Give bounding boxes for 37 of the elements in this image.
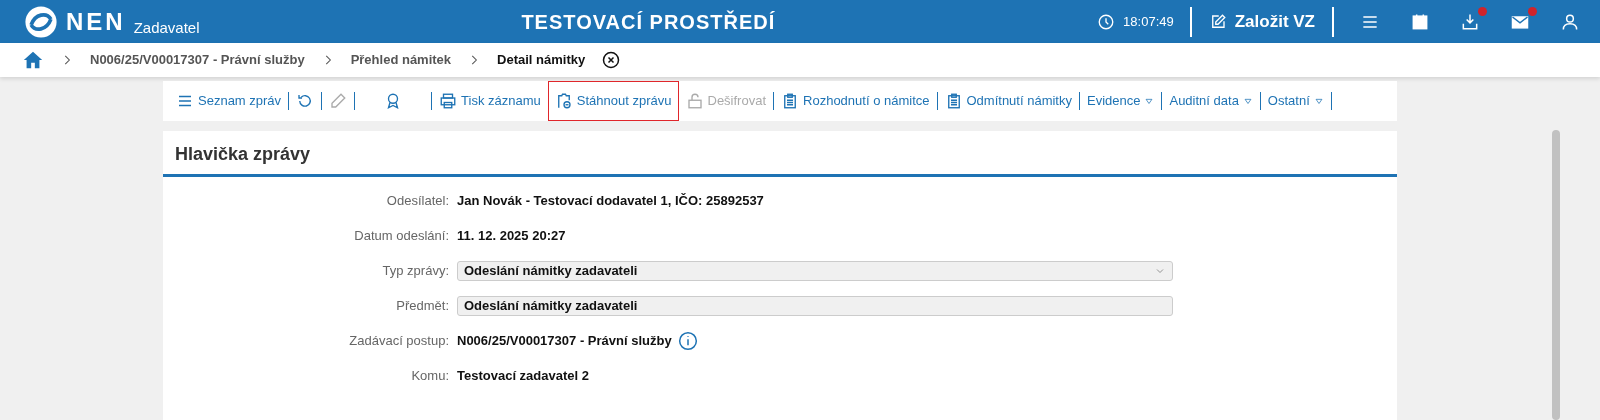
clock-time: 18:07:49 [1123, 12, 1174, 31]
toolbar-button[interactable]: Tisk záznamu [432, 84, 548, 118]
create-button[interactable]: Založit VZ [1207, 7, 1316, 36]
logo-text[interactable]: NEN [66, 3, 126, 40]
close-icon[interactable] [601, 50, 622, 70]
select-field[interactable]: Odeslání námitky zadavateli [457, 260, 1173, 281]
role-label: Zadavatel [133, 18, 200, 38]
field-value: Jan Novák - Testovací dodavatel 1, IČO: 25892537 [457, 191, 764, 210]
field-label: Komu: [410, 366, 450, 385]
field-value: 11. 12. 2025 20:27 [457, 226, 566, 245]
toolbar-button[interactable]: Stáhnout zprávu [547, 81, 679, 121]
printer-icon [439, 92, 458, 110]
field-label: Typ zprávy: [381, 261, 450, 280]
toolbar-button[interactable]: Odmítnutí námitky [937, 84, 1079, 118]
field-label: Odesílatel: [385, 191, 450, 210]
toolbar-button[interactable]: Ostatní [1260, 84, 1331, 118]
toolbar-button[interactable]: Seznam zpráv [169, 84, 289, 118]
toolbar-button[interactable]: Evidence [1080, 84, 1162, 118]
field-value: Testovací zadavatel 2 [457, 366, 589, 385]
breadcrumb-item[interactable]: Přehled námitek [350, 50, 452, 70]
field-label: Datum odeslání: [353, 226, 450, 245]
logo-icon [24, 4, 58, 39]
breadcrumb-item[interactable]: Detail námitky [497, 50, 586, 70]
field-label: Předmět: [395, 296, 450, 315]
scrollbar[interactable] [1552, 130, 1560, 420]
environment-title: TESTOVACÍ PROSTŘEDÍ [521, 10, 776, 33]
clock-icon [1097, 12, 1116, 31]
input-field[interactable]: Odeslání námitky zadavateli [457, 295, 1173, 316]
toolbar-button[interactable]: Rozhodnutí o námitce [774, 84, 937, 118]
toolbar-button[interactable]: Auditní data [1162, 84, 1260, 118]
panel-title: Hlavička zprávy [163, 131, 1397, 177]
field-label: Zadávací postup: [348, 331, 450, 350]
info-icon[interactable] [677, 330, 698, 351]
lock-icon [685, 92, 704, 110]
home-icon[interactable] [22, 49, 44, 71]
field-value: N006/25/V00017307 - Právní služby [457, 331, 672, 350]
breadcrumb-item[interactable]: N006/25/V00017307 - Právní služby [90, 50, 305, 70]
